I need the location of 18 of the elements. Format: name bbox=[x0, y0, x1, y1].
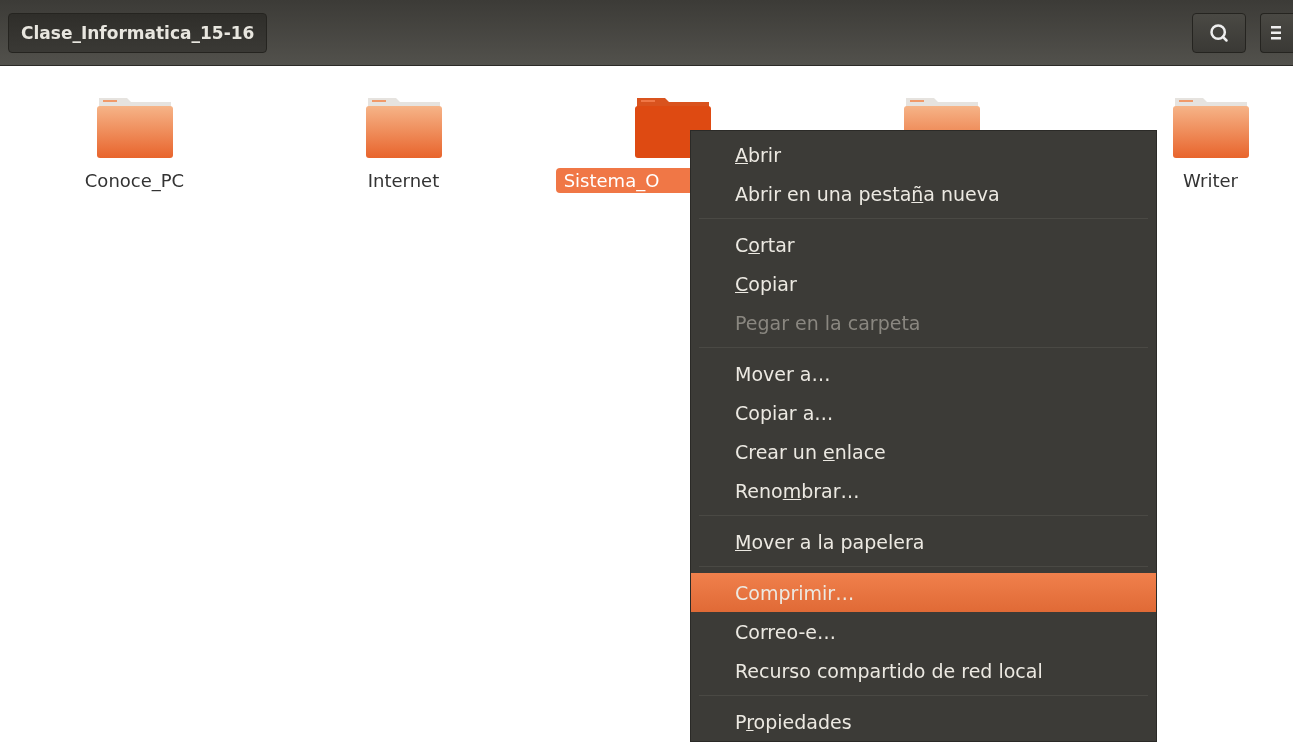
menu-item[interactable]: Correo-e… bbox=[691, 612, 1156, 651]
search-button[interactable] bbox=[1192, 12, 1246, 53]
menu-item[interactable]: Propiedades bbox=[691, 702, 1156, 741]
menu-icon bbox=[1271, 24, 1281, 41]
folder-label[interactable]: Writer bbox=[1175, 168, 1246, 193]
path-button[interactable]: Clase_Informatica_15-16 bbox=[8, 12, 268, 53]
menu-item[interactable]: Mover a la papelera bbox=[691, 522, 1156, 561]
folder-label[interactable]: Internet bbox=[359, 168, 448, 193]
search-icon bbox=[1209, 22, 1229, 43]
menu-item[interactable]: Mover a… bbox=[691, 354, 1156, 393]
menu-item[interactable]: Recurso compartido de red local bbox=[691, 651, 1156, 690]
menu-item[interactable]: Renombrar… bbox=[691, 471, 1156, 510]
menu-item[interactable]: Copiar bbox=[691, 264, 1156, 303]
menu-item[interactable]: Cortar bbox=[691, 225, 1156, 264]
folder-label[interactable]: Conoce_PC bbox=[76, 168, 193, 193]
menu-item[interactable]: Crear un enlace bbox=[691, 432, 1156, 471]
menu-item[interactable]: Copiar a… bbox=[691, 393, 1156, 432]
menu-button[interactable] bbox=[1260, 12, 1293, 53]
